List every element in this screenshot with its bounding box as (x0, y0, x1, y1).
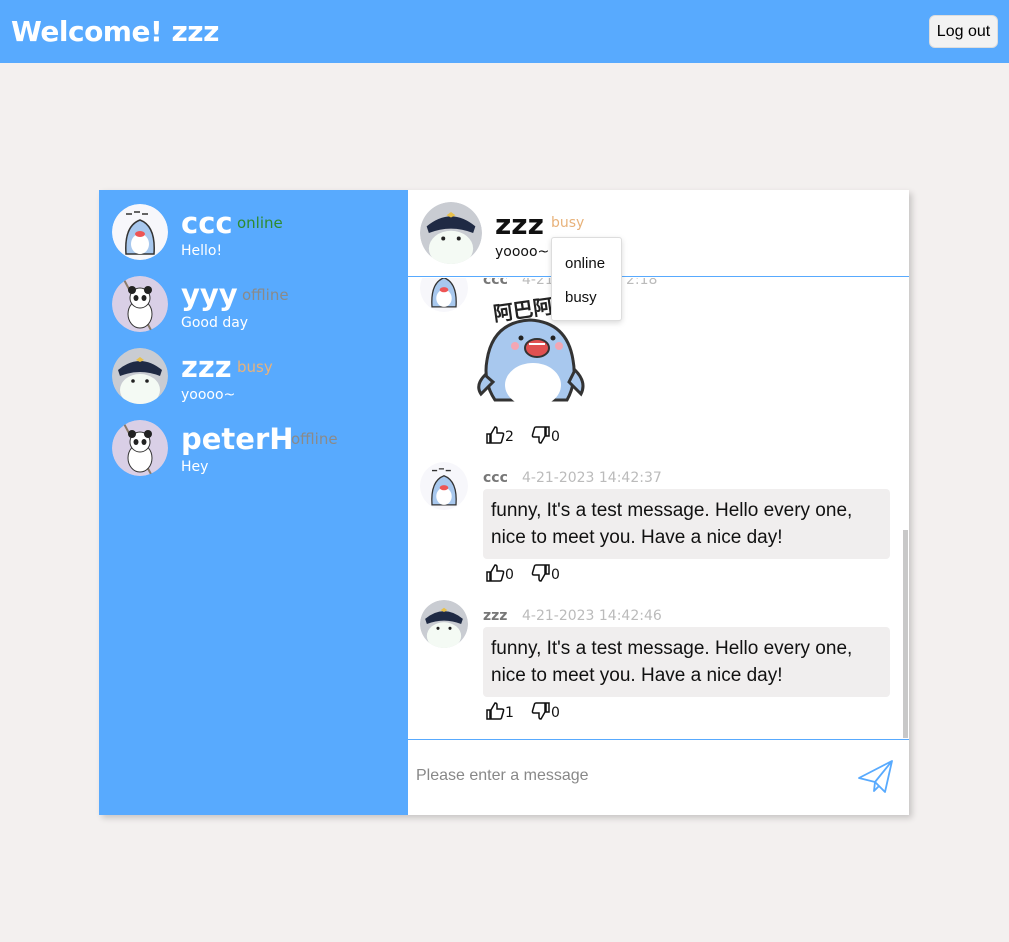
thumbs-down-icon (531, 426, 551, 445)
like-count: 0 (505, 567, 514, 583)
chat-status-toggle[interactable]: busy (551, 215, 584, 231)
chat-last-message: yoooo~ (495, 244, 550, 260)
status-option-busy[interactable]: busy (565, 289, 597, 306)
thumbs-up-icon (485, 702, 505, 721)
message-sender: ccc (483, 278, 508, 288)
dislike-button[interactable]: 0 (531, 701, 560, 721)
like-button[interactable]: 2 (485, 425, 514, 445)
dislike-button[interactable]: 0 (531, 425, 560, 445)
contact-item-yyy[interactable]: yyy offline Good day (99, 276, 408, 346)
pilot-avatar (420, 202, 482, 264)
shark-avatar (420, 462, 468, 510)
chat-title: zzz (495, 208, 544, 241)
scrollbar-thumb[interactable] (903, 530, 908, 738)
welcome-title: Welcome! zzz (11, 15, 219, 48)
top-bar: Welcome! zzz Log out (0, 0, 1009, 63)
message-time: 2:18 (626, 278, 658, 288)
shark-avatar (420, 278, 468, 312)
message-input[interactable] (416, 758, 836, 794)
contact-name: yyy (181, 278, 238, 312)
contact-item-zzz[interactable]: zzz busy yoooo~ (99, 348, 408, 418)
contact-last-message: Hey (181, 459, 209, 475)
message-sender: zzz (483, 608, 508, 624)
logout-button[interactable]: Log out (929, 15, 998, 48)
chat-header: zzz busy yoooo~ (408, 190, 909, 277)
panda-avatar (112, 276, 168, 332)
chat-card: ccc online Hello! yyy offline Good day z… (99, 190, 909, 815)
contact-last-message: Hello! (181, 243, 223, 259)
contact-name: ccc (181, 206, 233, 240)
paper-plane-icon (857, 760, 895, 800)
thumbs-down-icon (531, 564, 551, 583)
like-count: 1 (505, 705, 514, 721)
pilot-avatar (112, 348, 168, 404)
contact-item-peterH[interactable]: peterH offline Hey (99, 420, 408, 490)
contact-status: busy (237, 358, 273, 376)
thumbs-up-icon (485, 426, 505, 445)
dislike-count: 0 (551, 705, 560, 721)
composer (408, 739, 909, 815)
contact-last-message: yoooo~ (181, 387, 236, 403)
contact-status: offline (242, 286, 289, 304)
thumbs-up-icon (485, 564, 505, 583)
message-time: 4-21-2023 14:42:37 (522, 470, 662, 486)
contact-sidebar: ccc online Hello! yyy offline Good day z… (99, 190, 408, 815)
dislike-count: 0 (551, 429, 560, 445)
contact-item-ccc[interactable]: ccc online Hello! (99, 204, 408, 274)
send-button[interactable] (857, 758, 895, 796)
shark-avatar (112, 204, 168, 260)
status-dropdown: online busy (551, 237, 622, 321)
pilot-avatar (420, 600, 468, 648)
like-count: 2 (505, 429, 514, 445)
thumbs-down-icon (531, 702, 551, 721)
like-button[interactable]: 0 (485, 563, 514, 583)
dislike-button[interactable]: 0 (531, 563, 560, 583)
message-time: 4-21 (522, 278, 554, 288)
contact-name: peterH (181, 422, 294, 456)
contact-status: online (237, 214, 283, 232)
like-button[interactable]: 1 (485, 701, 514, 721)
contact-last-message: Good day (181, 315, 249, 331)
message-bubble: funny, It's a test message. Hello every … (483, 489, 890, 559)
contact-status: offline (291, 430, 338, 448)
message-list[interactable]: ccc 4-21 2:18 阿巴阿巴 2 0 ccc 4-21-2023 14:… (408, 278, 909, 739)
message-sender: ccc (483, 470, 508, 486)
dislike-count: 0 (551, 567, 560, 583)
message-bubble: funny, It's a test message. Hello every … (483, 627, 890, 697)
status-option-online[interactable]: online (565, 255, 605, 272)
contact-name: zzz (181, 350, 232, 384)
message-time: 4-21-2023 14:42:46 (522, 608, 662, 624)
panda-avatar (112, 420, 168, 476)
